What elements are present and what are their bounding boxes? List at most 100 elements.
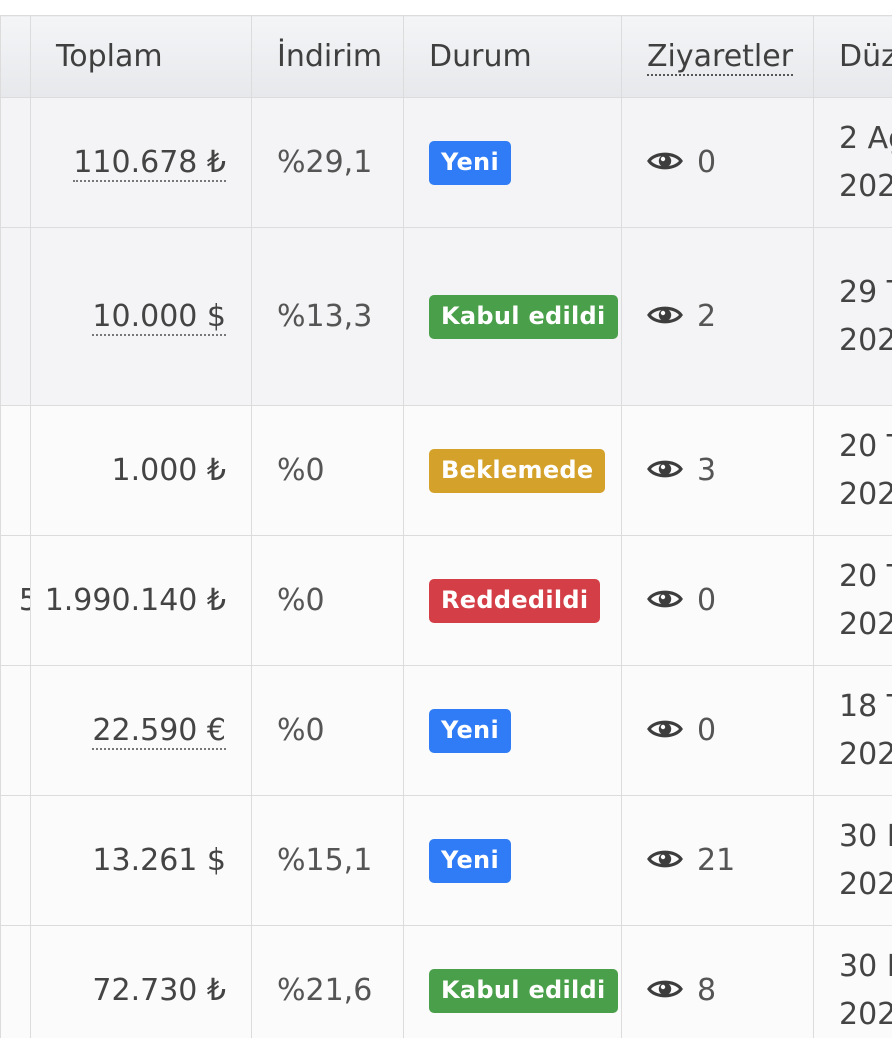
table-row[interactable]: 5 1.990.140 ₺ %0 Reddedildi 0 20 T 202: [0, 535, 892, 666]
updated-date-line2: 202: [839, 168, 892, 204]
total-cell: 10.000 $: [30, 227, 252, 406]
total-cell: 110.678 ₺: [30, 97, 252, 228]
eye-icon: [647, 149, 683, 173]
total-amount: 110.678 ₺: [73, 145, 226, 182]
visits-count: 0: [697, 583, 717, 618]
visits-cell: 0: [621, 97, 814, 228]
visits-count: 0: [697, 145, 717, 180]
header-total[interactable]: Toplam: [30, 15, 252, 98]
updated-date-line1: 29 T: [839, 274, 892, 310]
discount-cell: %0: [251, 535, 404, 666]
header-previous-column[interactable]: [0, 15, 31, 98]
total-amount: 10.000 $: [92, 299, 226, 336]
status-badge: Kabul edildi: [429, 968, 618, 1013]
previous-column-cell: [0, 405, 31, 536]
visits-count: 3: [697, 453, 717, 488]
eye-icon: [647, 587, 683, 611]
visits-cell: 0: [621, 535, 814, 666]
quotes-table: Toplam İndirim Durum Ziyaretler Düz 110.…: [0, 15, 892, 1038]
table-row[interactable]: 1.000 ₺ %0 Beklemede 3 20 T 202: [0, 405, 892, 536]
total-cell: 13.261 $: [30, 795, 252, 926]
discount-value: %15,1: [277, 843, 373, 878]
previous-column-cell: [0, 227, 31, 406]
visits-cell: 21: [621, 795, 814, 926]
status-cell: Yeni: [403, 665, 622, 796]
table-row[interactable]: 72.730 ₺ %21,6 Kabul edildi 8 30 K 202: [0, 925, 892, 1038]
updated-date-line2: 202: [839, 996, 892, 1032]
eye-icon: [647, 303, 683, 327]
discount-cell: %21,6: [251, 925, 404, 1038]
table-row[interactable]: 13.261 $ %15,1 Yeni 21 30 K 202: [0, 795, 892, 926]
table-row[interactable]: 10.000 $ %13,3 Kabul edildi 2 29 T 202: [0, 227, 892, 406]
updated-date-line2: 202: [839, 476, 892, 512]
total-amount: 1.990.140 ₺: [44, 583, 226, 618]
status-badge: Yeni: [429, 708, 511, 753]
previous-column-cell: [0, 97, 31, 228]
status-cell: Kabul edildi: [403, 227, 622, 406]
header-updated-label: Düz: [839, 39, 892, 74]
header-status-label: Durum: [429, 39, 532, 74]
visits-cell: 2: [621, 227, 814, 406]
updated-date-line1: 20 T: [839, 558, 892, 594]
previous-column-cell: [0, 925, 31, 1038]
status-badge: Yeni: [429, 838, 511, 883]
updated-date-cell: 29 T 202: [813, 227, 892, 406]
updated-date-line2: 202: [839, 606, 892, 642]
eye-icon: [647, 977, 683, 1001]
visits-count: 8: [697, 973, 717, 1008]
header-discount[interactable]: İndirim: [251, 15, 404, 98]
discount-value: %13,3: [277, 299, 373, 334]
discount-cell: %0: [251, 405, 404, 536]
visits-cell: 8: [621, 925, 814, 1038]
total-amount: 72.730 ₺: [92, 973, 226, 1008]
status-badge: Beklemede: [429, 448, 606, 493]
status-cell: Kabul edildi: [403, 925, 622, 1038]
eye-icon: [647, 717, 683, 741]
updated-date-cell: 30 K 202: [813, 925, 892, 1038]
discount-value: %29,1: [277, 145, 373, 180]
eye-icon: [647, 847, 683, 871]
updated-date-cell: 2 Ağ 202: [813, 97, 892, 228]
status-badge: Yeni: [429, 140, 511, 185]
total-cell: 1.990.140 ₺: [30, 535, 252, 666]
table-row[interactable]: 22.590 € %0 Yeni 0 18 T 202: [0, 665, 892, 796]
status-cell: Reddedildi: [403, 535, 622, 666]
updated-date-line1: 2 Ağ: [839, 120, 892, 156]
discount-cell: %29,1: [251, 97, 404, 228]
status-cell: Yeni: [403, 795, 622, 926]
updated-date-cell: 20 T 202: [813, 535, 892, 666]
visits-cell: 0: [621, 665, 814, 796]
table-row[interactable]: 110.678 ₺ %29,1 Yeni 0 2 Ağ 202: [0, 97, 892, 228]
updated-date-line1: 30 K: [839, 948, 892, 984]
total-amount: 13.261 $: [92, 843, 226, 878]
eye-icon: [647, 457, 683, 481]
updated-date-line1: 18 T: [839, 688, 892, 724]
status-badge: Kabul edildi: [429, 294, 618, 339]
total-cell: 72.730 ₺: [30, 925, 252, 1038]
updated-date-cell: 20 T 202: [813, 405, 892, 536]
discount-value: %0: [277, 453, 325, 488]
header-total-label: Toplam: [56, 39, 163, 74]
status-cell: Yeni: [403, 97, 622, 228]
updated-date-cell: 30 K 202: [813, 795, 892, 926]
header-status[interactable]: Durum: [403, 15, 622, 98]
discount-value: %0: [277, 713, 325, 748]
updated-date-line2: 202: [839, 866, 892, 902]
visits-count: 0: [697, 713, 717, 748]
updated-date-line1: 30 K: [839, 818, 892, 854]
visits-cell: 3: [621, 405, 814, 536]
total-amount: 22.590 €: [92, 713, 226, 750]
discount-value: %0: [277, 583, 325, 618]
previous-column-cell: [0, 665, 31, 796]
header-updated[interactable]: Düz: [813, 15, 892, 98]
visits-count: 21: [697, 843, 736, 878]
updated-date-line2: 202: [839, 736, 892, 772]
status-cell: Beklemede: [403, 405, 622, 536]
quotes-table-container: Toplam İndirim Durum Ziyaretler Düz 110.…: [0, 15, 892, 1038]
header-visits-label: Ziyaretler: [647, 39, 794, 76]
header-visits[interactable]: Ziyaretler: [621, 15, 814, 98]
total-amount: 1.000 ₺: [111, 453, 226, 488]
table-body: 110.678 ₺ %29,1 Yeni 0 2 Ağ 202 10.000 $…: [0, 97, 892, 1038]
header-discount-label: İndirim: [277, 39, 383, 74]
updated-date-line2: 202: [839, 322, 892, 358]
